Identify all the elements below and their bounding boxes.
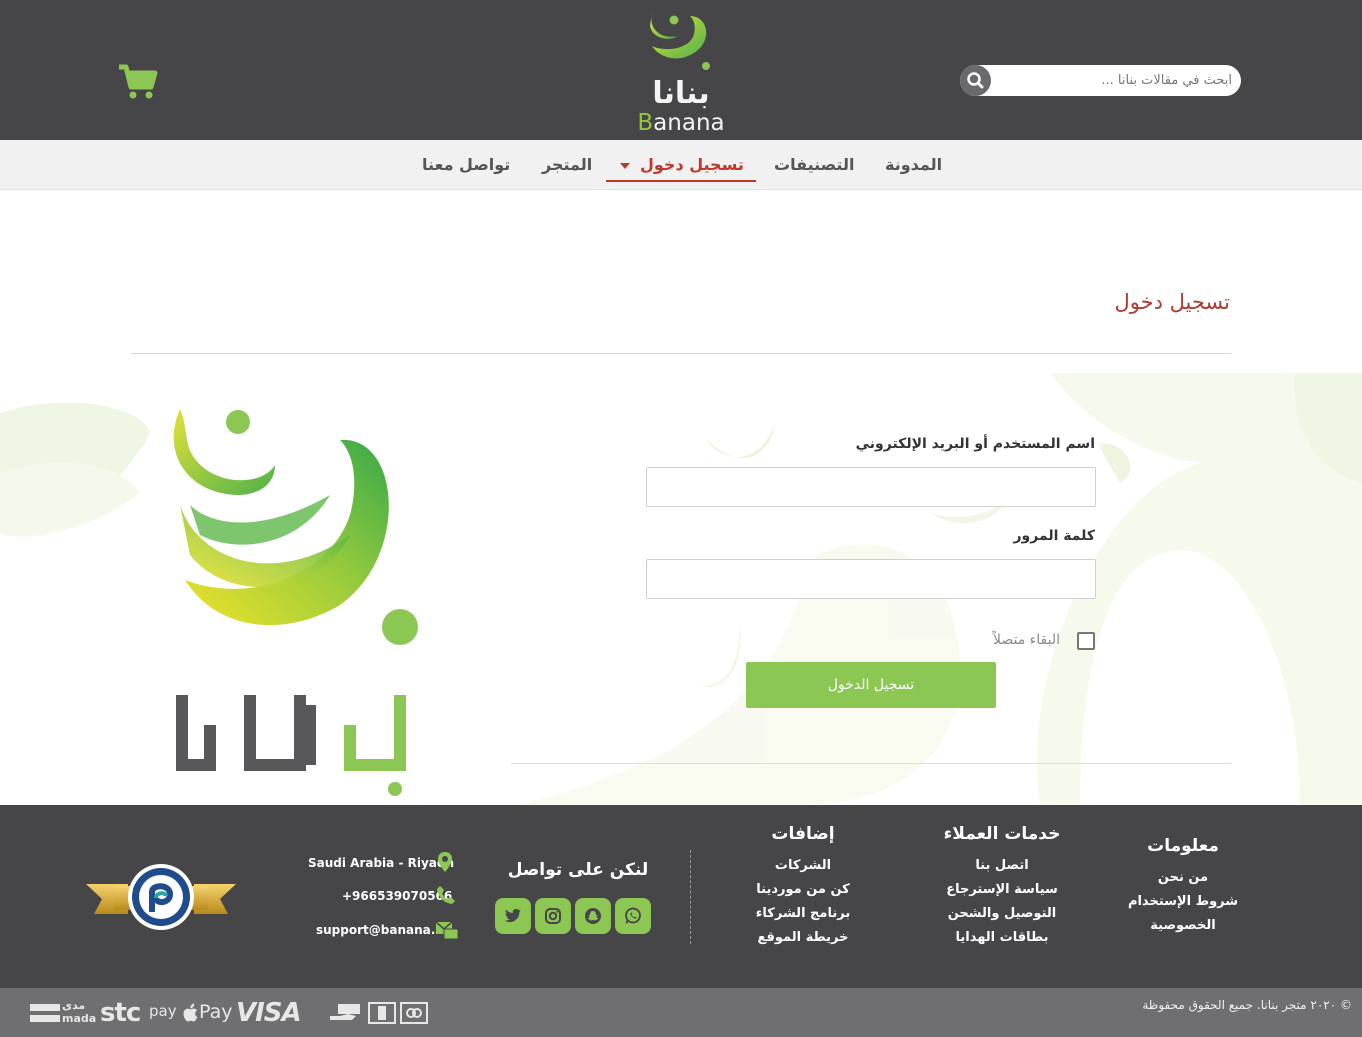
- password-label: كلمة المرور: [1013, 528, 1095, 544]
- divider: [131, 353, 1231, 354]
- contact-location: Saudi Arabia - Riyadh: [308, 856, 454, 870]
- nav-item-categories[interactable]: التصنيفات: [774, 155, 854, 174]
- footer-divider: [690, 850, 691, 944]
- footer-link-terms[interactable]: شروط الإستخدام: [1120, 894, 1246, 909]
- contact-email[interactable]: support@banana.sa: [316, 923, 451, 937]
- divider: [511, 763, 1231, 764]
- footer-customer-service-heading: خدمات العملاء: [943, 824, 1061, 844]
- nav-item-login-label: تسجيل دخول: [640, 155, 744, 174]
- visa-label: VISA: [236, 998, 302, 1028]
- search-input[interactable]: [994, 65, 1232, 96]
- search-icon[interactable]: [960, 65, 991, 96]
- username-field[interactable]: [646, 467, 1096, 507]
- footer-link-shipping[interactable]: التوصيل والشحن: [940, 906, 1064, 921]
- footer-extras-heading: إضافات: [771, 824, 835, 844]
- whatsapp-icon[interactable]: [615, 898, 651, 934]
- trust-badge[interactable]: [86, 862, 236, 932]
- nav-active-indicator: [606, 180, 756, 182]
- instagram-icon[interactable]: [535, 898, 571, 934]
- password-field[interactable]: [646, 559, 1096, 599]
- bank-transfer-icon: [368, 1002, 396, 1028]
- logo-arabic-text: بنانا: [652, 76, 710, 111]
- mada-arabic-label: مدى: [62, 999, 86, 1012]
- footer-link-partners[interactable]: برنامج الشركاء: [748, 906, 858, 921]
- apple-icon: [182, 1003, 198, 1027]
- footer-link-suppliers[interactable]: كن من موردينا: [748, 882, 858, 897]
- footer-link-contact[interactable]: اتصل بنا: [952, 858, 1052, 873]
- nav-item-store[interactable]: المتجر: [542, 155, 592, 174]
- search-bar: [960, 65, 1241, 96]
- location-pin-icon: [437, 852, 453, 876]
- phone-icon: [436, 885, 456, 909]
- footer-link-returns[interactable]: سياسة الإسترجاع: [940, 882, 1064, 897]
- stc-label: stc: [100, 998, 141, 1028]
- cash-on-delivery-icon: [330, 1002, 362, 1028]
- remember-me-label: البقاء متصلاً: [993, 632, 1060, 648]
- shopping-cart-icon[interactable]: [118, 64, 158, 100]
- footer-link-privacy[interactable]: الخصوصية: [1130, 918, 1236, 933]
- payment-methods: مدى mada stc pay Pay VISA: [28, 998, 438, 1028]
- email-icon: [435, 920, 459, 944]
- footer-link-about[interactable]: من نحن: [1140, 870, 1226, 885]
- footer-info-heading: معلومات: [1147, 836, 1219, 856]
- footer-social-heading: لنكن على تواصل: [507, 860, 649, 880]
- nav-item-login[interactable]: تسجيل دخول: [620, 155, 744, 174]
- footer-link-gift-cards[interactable]: بطاقات الهدايا: [945, 930, 1059, 945]
- nav-item-contact[interactable]: تواصل معنا: [422, 155, 510, 174]
- banana-logo-large: [160, 395, 430, 800]
- mada-label: mada: [62, 1012, 97, 1025]
- footer-link-companies[interactable]: الشركات: [758, 858, 848, 873]
- apple-pay-label: Pay: [199, 1001, 233, 1023]
- logo-english-text: Banana: [637, 110, 725, 136]
- remember-me-checkbox[interactable]: [1077, 632, 1095, 650]
- footer-link-sitemap[interactable]: خريطة الموقع: [748, 930, 858, 945]
- username-label: اسم المستخدم أو البريد الإلكتروني: [855, 436, 1095, 452]
- page-title: تسجيل دخول: [1114, 290, 1231, 314]
- mada-icon: [30, 1002, 60, 1024]
- nav-item-blog[interactable]: المدونة: [885, 155, 942, 174]
- stc-pay-label: pay: [149, 1002, 177, 1020]
- login-button[interactable]: تسجيل الدخول: [746, 662, 996, 708]
- location-text: Saudi Arabia - Riyadh: [308, 856, 455, 870]
- snapchat-icon[interactable]: [575, 898, 611, 934]
- chevron-down-icon: [620, 162, 630, 169]
- copyright-text: © ٢٠٢٠ متجر بنانا. جميع الحقوق محفوظة: [1142, 998, 1352, 1012]
- sadad-icon: [400, 1002, 428, 1028]
- site-logo[interactable]: بنانا Banana: [630, 6, 732, 136]
- twitter-icon[interactable]: [495, 898, 531, 934]
- email-text: support@banana.sa: [316, 923, 451, 937]
